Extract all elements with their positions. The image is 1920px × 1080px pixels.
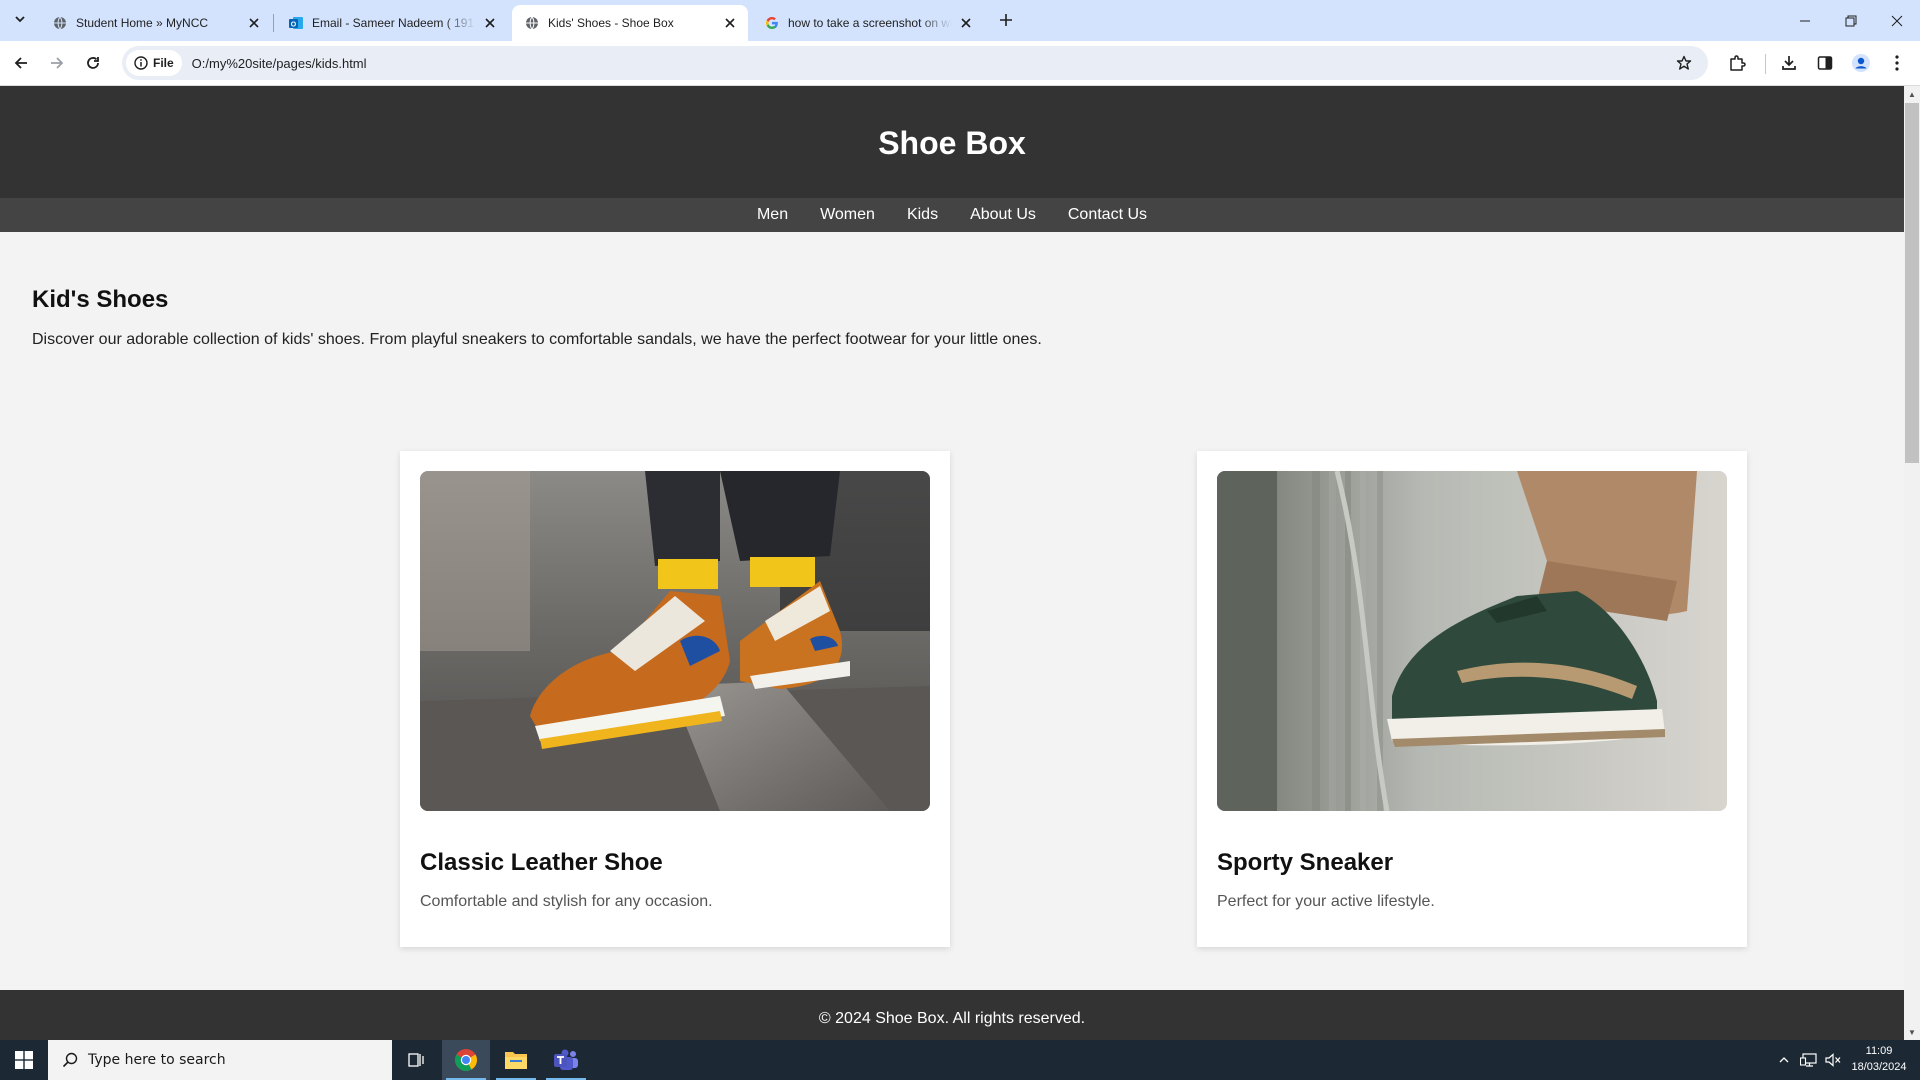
nav-link-about-us[interactable]: About Us: [970, 206, 1036, 224]
clock-time: 11:09: [1865, 1045, 1893, 1057]
close-tab-icon[interactable]: [722, 15, 738, 31]
close-tab-icon[interactable]: [246, 15, 262, 31]
taskbar-search-box[interactable]: Type here to search: [48, 1040, 392, 1080]
scroll-up-icon[interactable]: ▲: [1904, 86, 1920, 102]
back-icon[interactable]: [6, 48, 36, 78]
site-footer: © 2024 Shoe Box. All rights reserved.: [0, 990, 1904, 1040]
info-icon: [134, 56, 148, 70]
tray-overflow-icon[interactable]: [1772, 1040, 1796, 1080]
site-title: Shoe Box: [878, 124, 1026, 161]
globe-icon: [52, 15, 68, 31]
tab-separator: [273, 14, 274, 32]
product-name: Classic Leather Shoe: [420, 849, 663, 876]
svg-text:O: O: [291, 22, 297, 29]
url-text: O:/my%20site/pages/kids.html: [191, 55, 367, 71]
minimize-icon[interactable]: [1782, 0, 1828, 41]
product-image-green-sneaker: [1217, 471, 1727, 811]
scroll-down-icon[interactable]: ▼: [1904, 1024, 1920, 1040]
new-tab-icon[interactable]: [994, 8, 1018, 32]
chrome-icon[interactable]: [442, 1040, 490, 1080]
tab-title: Kids' Shoes - Shoe Box: [548, 16, 674, 30]
extensions-icon[interactable]: [1724, 50, 1750, 76]
clock-date: 18/03/2024: [1851, 1061, 1907, 1073]
windows-start-icon[interactable]: [0, 1040, 48, 1080]
tab-google-search[interactable]: how to take a screenshot on wi: [752, 5, 984, 41]
product-card: Classic Leather Shoe Comfortable and sty…: [400, 451, 950, 947]
intro-text: Discover our adorable collection of kids…: [32, 331, 1042, 348]
product-description: Comfortable and stylish for any occasion…: [420, 893, 713, 910]
network-icon[interactable]: [1797, 1040, 1821, 1080]
product-card: Sporty Sneaker Perfect for your active l…: [1197, 451, 1747, 947]
tab-title: Student Home » MyNCC: [76, 16, 209, 30]
forward-icon[interactable]: [42, 48, 72, 78]
teams-icon[interactable]: [542, 1040, 590, 1080]
product-image-orange-sneakers: [420, 471, 930, 811]
scrollbar-thumb[interactable]: [1905, 103, 1919, 463]
globe-icon: [524, 15, 540, 31]
page-viewport: Shoe Box Men Women Kids About Us Contact…: [0, 86, 1904, 1040]
tab-title: how to take a screenshot on wi: [788, 16, 952, 30]
product-name: Sporty Sneaker: [1217, 849, 1394, 876]
address-bar[interactable]: File O:/my%20site/pages/kids.html: [122, 46, 1708, 80]
windows-taskbar: Type here to search 11:09 18/03/2024: [0, 1040, 1920, 1080]
bookmark-star-icon[interactable]: [1672, 51, 1696, 75]
site-nav: Men Women Kids About Us Contact Us: [0, 198, 1904, 232]
taskbar-search-placeholder: Type here to search: [88, 1052, 226, 1068]
profile-avatar-icon[interactable]: [1848, 50, 1874, 76]
outlook-icon: O: [288, 15, 304, 31]
page-heading: Kid's Shoes: [32, 286, 169, 313]
footer-text: © 2024 Shoe Box. All rights reserved.: [818, 1010, 1086, 1027]
taskbar-clock[interactable]: 11:09 18/03/2024: [1848, 1043, 1910, 1075]
site-chip-label: File: [153, 56, 174, 70]
browser-tab-strip: Student Home » MyNCC O Email - Sameer Na…: [0, 0, 1920, 41]
close-window-icon[interactable]: [1874, 0, 1920, 41]
tab-title: Email - Sameer Nadeem ( 1917: [312, 16, 476, 30]
tab-kids-shoes[interactable]: Kids' Shoes - Shoe Box: [512, 5, 748, 41]
site-header: Shoe Box: [0, 86, 1904, 198]
intro-section: Kid's Shoes Discover our adorable collec…: [0, 232, 1904, 349]
side-panel-icon[interactable]: [1812, 50, 1838, 76]
reload-icon[interactable]: [78, 48, 108, 78]
task-view-icon[interactable]: [392, 1040, 440, 1080]
product-description: Perfect for your active lifestyle.: [1217, 893, 1435, 910]
nav-link-kids[interactable]: Kids: [907, 206, 938, 224]
nav-link-women[interactable]: Women: [820, 206, 875, 224]
toolbar-divider: [1765, 54, 1766, 74]
nav-link-contact-us[interactable]: Contact Us: [1068, 206, 1147, 224]
tab-search-icon[interactable]: [8, 7, 32, 31]
site-info-chip[interactable]: File: [126, 50, 182, 76]
browser-menu-icon[interactable]: [1884, 50, 1910, 76]
restore-icon[interactable]: [1828, 0, 1874, 41]
file-explorer-icon[interactable]: [492, 1040, 540, 1080]
tab-email[interactable]: O Email - Sameer Nadeem ( 1917: [276, 5, 508, 41]
tab-student-home[interactable]: Student Home » MyNCC: [40, 5, 272, 41]
nav-link-men[interactable]: Men: [757, 206, 788, 224]
browser-toolbar: File O:/my%20site/pages/kids.html: [0, 41, 1920, 86]
google-icon: [764, 15, 780, 31]
search-icon: [62, 1052, 78, 1068]
close-tab-icon[interactable]: [482, 15, 498, 31]
volume-muted-icon[interactable]: [1821, 1040, 1845, 1080]
close-tab-icon[interactable]: [958, 15, 974, 31]
downloads-icon[interactable]: [1776, 50, 1802, 76]
